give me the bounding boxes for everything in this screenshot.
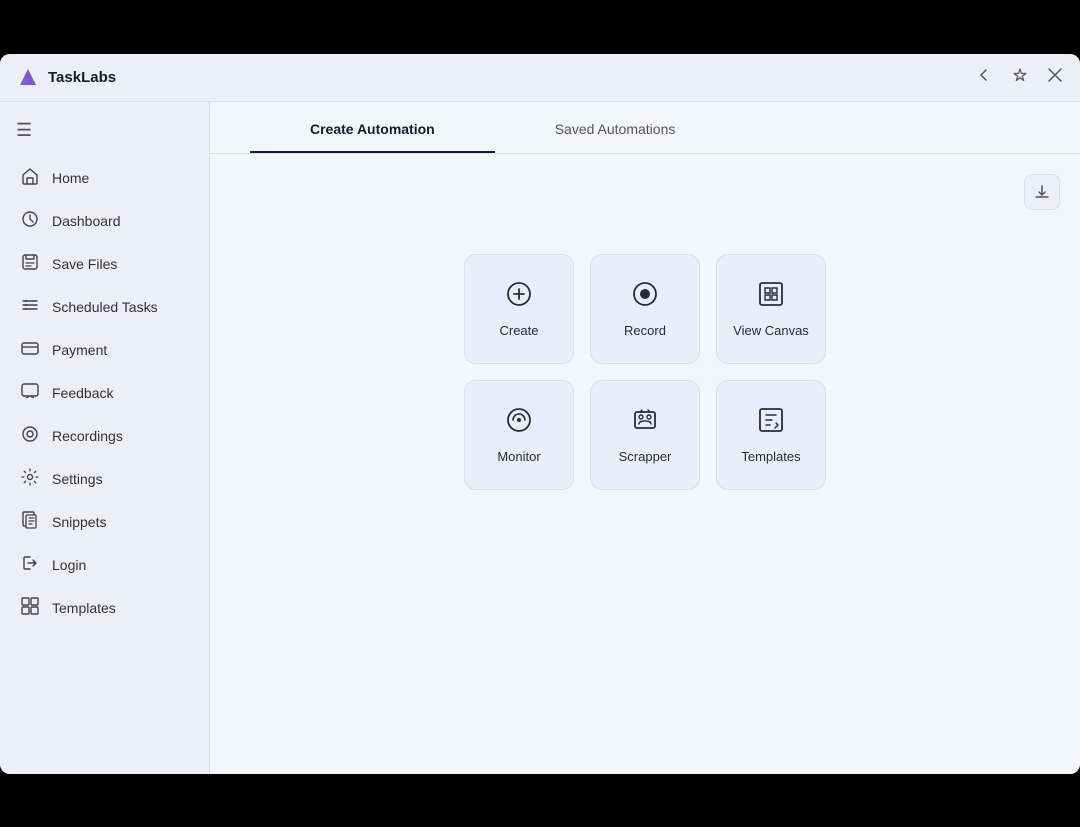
record-label: Record <box>624 323 666 338</box>
view-canvas-icon <box>757 280 785 313</box>
sidebar-label-recordings: Recordings <box>52 428 123 444</box>
title-bar-left: TaskLabs <box>16 65 116 89</box>
app-logo <box>16 65 40 89</box>
app-title: TaskLabs <box>48 69 116 86</box>
create-icon <box>505 280 533 313</box>
sidebar-label-home: Home <box>52 170 89 186</box>
sidebar-label-templates: Templates <box>52 600 116 616</box>
home-icon <box>20 167 40 190</box>
sidebar-item-payment[interactable]: Payment <box>0 329 209 372</box>
scrapper-label: Scrapper <box>619 449 672 464</box>
menu-toggle[interactable]: ☰ <box>0 114 209 157</box>
sidebar-item-scheduled-tasks[interactable]: Scheduled Tasks <box>0 286 209 329</box>
action-card-record[interactable]: Record <box>590 254 700 364</box>
sidebar-label-snippets: Snippets <box>52 514 106 530</box>
dashboard-icon <box>20 210 40 233</box>
main-layout: ☰ Home Dashboard Save Files <box>0 102 1080 774</box>
action-card-view-canvas[interactable]: View Canvas <box>716 254 826 364</box>
templates-action-label: Templates <box>741 449 800 464</box>
sidebar-label-dashboard: Dashboard <box>52 213 121 229</box>
sidebar-item-templates[interactable]: Templates <box>0 587 209 630</box>
title-bar: TaskLabs <box>0 54 1080 102</box>
sidebar-item-login[interactable]: Login <box>0 544 209 587</box>
sidebar-item-dashboard[interactable]: Dashboard <box>0 200 209 243</box>
download-button[interactable] <box>1024 174 1060 210</box>
scrapper-icon <box>631 406 659 439</box>
tabs: Create Automation Saved Automations <box>210 102 1080 154</box>
save-files-icon <box>20 253 40 276</box>
sidebar-label-scheduled-tasks: Scheduled Tasks <box>52 299 158 315</box>
sidebar-item-snippets[interactable]: Snippets <box>0 501 209 544</box>
close-button[interactable] <box>1046 66 1064 88</box>
templates-sidebar-icon <box>20 597 40 620</box>
action-card-monitor[interactable]: Monitor <box>464 380 574 490</box>
content-area: Create Automation Saved Automations <box>210 102 1080 774</box>
sidebar-label-login: Login <box>52 557 86 573</box>
sidebar-item-feedback[interactable]: Feedback <box>0 372 209 415</box>
sidebar-item-home[interactable]: Home <box>0 157 209 200</box>
monitor-icon <box>505 406 533 439</box>
sidebar-item-recordings[interactable]: Recordings <box>0 415 209 458</box>
view-canvas-label: View Canvas <box>733 323 809 338</box>
sidebar-label-save-files: Save Files <box>52 256 117 272</box>
recordings-icon <box>20 425 40 448</box>
sidebar-label-payment: Payment <box>52 342 107 358</box>
scheduled-tasks-icon <box>20 296 40 319</box>
tab-create-automation[interactable]: Create Automation <box>250 107 495 153</box>
sidebar-item-settings[interactable]: Settings <box>0 458 209 501</box>
payment-icon <box>20 339 40 362</box>
templates-action-icon <box>757 406 785 439</box>
login-icon <box>20 554 40 577</box>
title-bar-controls <box>974 65 1064 89</box>
feedback-icon <box>20 382 40 405</box>
snippets-icon <box>20 511 40 534</box>
settings-icon <box>20 468 40 491</box>
action-card-scrapper[interactable]: Scrapper <box>590 380 700 490</box>
app-window: TaskLabs ☰ Home <box>0 54 1080 774</box>
action-card-create[interactable]: Create <box>464 254 574 364</box>
create-label: Create <box>499 323 538 338</box>
sidebar-item-save-files[interactable]: Save Files <box>0 243 209 286</box>
content-body: Create Record View Canvas <box>210 154 1080 774</box>
tab-saved-automations[interactable]: Saved Automations <box>495 107 736 153</box>
record-icon <box>631 280 659 313</box>
sidebar-label-settings: Settings <box>52 471 103 487</box>
action-card-templates[interactable]: Templates <box>716 380 826 490</box>
action-grid: Create Record View Canvas <box>464 254 826 490</box>
pin-button[interactable] <box>1010 65 1030 89</box>
sidebar-label-feedback: Feedback <box>52 385 113 401</box>
monitor-label: Monitor <box>497 449 540 464</box>
sidebar: ☰ Home Dashboard Save Files <box>0 102 210 774</box>
back-button[interactable] <box>974 65 994 89</box>
